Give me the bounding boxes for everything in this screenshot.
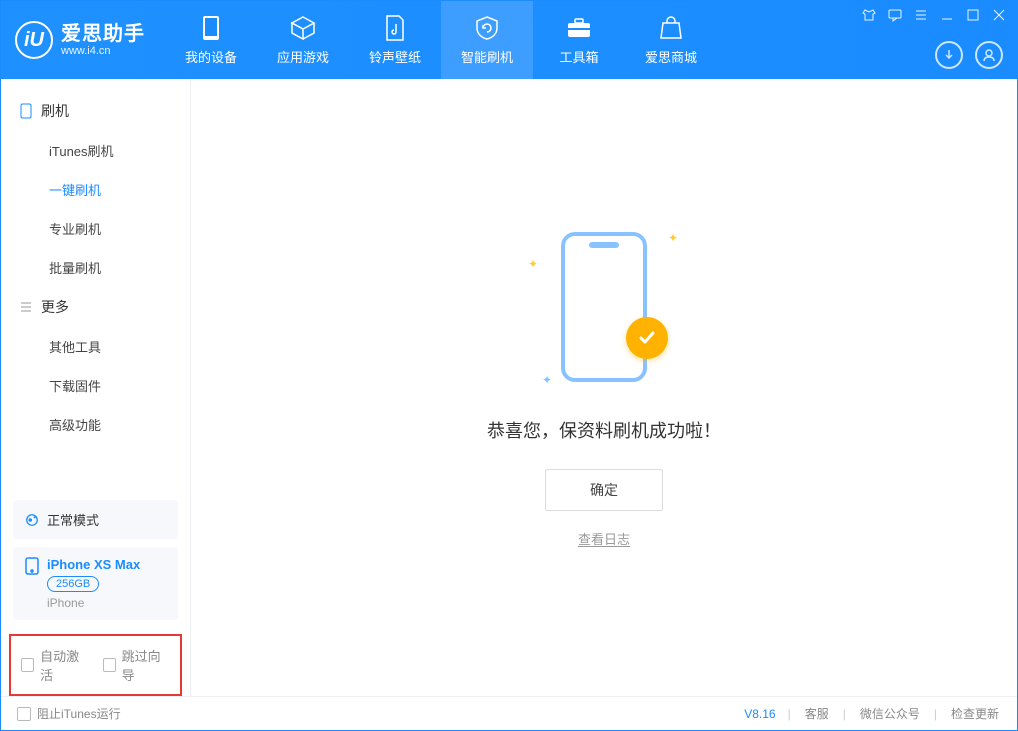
auto-activate-checkbox[interactable]: 自动激活 [21, 646, 89, 684]
app-title: 爱思助手 [61, 23, 145, 45]
list-icon [19, 300, 33, 314]
device-storage: 256GB [47, 576, 99, 592]
bag-icon [658, 15, 684, 41]
update-link[interactable]: 检查更新 [949, 705, 1001, 722]
sidebar-item-itunes-flash[interactable]: iTunes刷机 [1, 131, 190, 170]
nav-flash[interactable]: 智能刷机 [441, 1, 533, 79]
app-header: iU 爱思助手 www.i4.cn 我的设备 应用游戏 铃声壁纸 智能刷机 工具… [1, 1, 1017, 79]
nav-my-device[interactable]: 我的设备 [165, 1, 257, 79]
main-content: ✦ ✦ ✦ • 恭喜您，保资料刷机成功啦！ 确定 查看日志 [191, 79, 1017, 696]
sidebar-item-batch-flash[interactable]: 批量刷机 [1, 248, 190, 287]
nav-label: 智能刷机 [461, 47, 513, 66]
toolbox-icon [566, 15, 592, 41]
device-type: iPhone [47, 596, 140, 610]
sidebar-item-download-firmware[interactable]: 下载固件 [1, 366, 190, 405]
nav-label: 爱思商城 [645, 47, 697, 66]
support-link[interactable]: 客服 [803, 705, 831, 722]
download-icon[interactable] [935, 41, 963, 69]
nav-label: 工具箱 [559, 47, 598, 66]
nav-label: 铃声壁纸 [369, 47, 421, 66]
skin-icon[interactable] [861, 7, 877, 23]
nav-label: 我的设备 [185, 47, 237, 66]
sidebar-item-advanced[interactable]: 高级功能 [1, 405, 190, 444]
phone-icon [198, 15, 224, 41]
device-name: iPhone XS Max [47, 557, 140, 572]
main-nav: 我的设备 应用游戏 铃声壁纸 智能刷机 工具箱 爱思商城 [165, 1, 717, 79]
logo-icon: iU [15, 21, 53, 59]
checkbox-icon [21, 658, 34, 672]
flash-options: 自动激活 跳过向导 [9, 634, 182, 696]
sidebar-group-title: 更多 [41, 297, 69, 317]
menu-icon[interactable] [913, 7, 929, 23]
checkbox-icon [103, 658, 116, 672]
mode-label: 正常模式 [47, 510, 99, 529]
app-url: www.i4.cn [61, 45, 145, 57]
status-bar: 阻止iTunes运行 V8.16 | 客服 | 微信公众号 | 检查更新 [1, 696, 1017, 730]
mode-indicator[interactable]: 正常模式 [13, 500, 178, 539]
phone-outline-icon [19, 104, 33, 118]
mode-icon [25, 513, 39, 527]
sidebar-item-other-tools[interactable]: 其他工具 [1, 327, 190, 366]
cube-icon [290, 15, 316, 41]
nav-label: 应用游戏 [277, 47, 329, 66]
phone-illustration-icon [561, 232, 647, 382]
block-itunes-label: 阻止iTunes运行 [37, 705, 121, 722]
ok-button[interactable]: 确定 [545, 469, 663, 511]
feedback-icon[interactable] [887, 7, 903, 23]
sidebar-group-flash: 刷机 [1, 91, 190, 131]
sparkle-icon: ✦ [668, 231, 678, 245]
logo: iU 爱思助手 www.i4.cn [15, 1, 165, 79]
success-illustration: ✦ ✦ ✦ • [524, 227, 684, 387]
view-log-link[interactable]: 查看日志 [578, 529, 630, 548]
sidebar-group-more: 更多 [1, 287, 190, 327]
device-panel[interactable]: iPhone XS Max 256GB iPhone [13, 547, 178, 620]
sidebar: 刷机 iTunes刷机 一键刷机 专业刷机 批量刷机 更多 其他工具 下载固件 … [1, 79, 191, 696]
check-badge-icon [626, 317, 668, 359]
sidebar-group-title: 刷机 [41, 101, 69, 121]
wechat-link[interactable]: 微信公众号 [858, 705, 922, 722]
auto-activate-label: 自动激活 [40, 646, 88, 684]
block-itunes-checkbox[interactable]: 阻止iTunes运行 [17, 705, 121, 722]
skip-guide-label: 跳过向导 [122, 646, 170, 684]
device-phone-icon [25, 559, 39, 573]
nav-apps[interactable]: 应用游戏 [257, 1, 349, 79]
sidebar-item-oneclick-flash[interactable]: 一键刷机 [1, 170, 190, 209]
music-file-icon [382, 15, 408, 41]
nav-toolbox[interactable]: 工具箱 [533, 1, 625, 79]
refresh-shield-icon [474, 15, 500, 41]
sidebar-item-pro-flash[interactable]: 专业刷机 [1, 209, 190, 248]
nav-ringtones[interactable]: 铃声壁纸 [349, 1, 441, 79]
success-message: 恭喜您，保资料刷机成功啦！ [487, 417, 721, 443]
checkbox-icon [17, 707, 31, 721]
user-icon[interactable] [975, 41, 1003, 69]
skip-guide-checkbox[interactable]: 跳过向导 [103, 646, 171, 684]
nav-store[interactable]: 爱思商城 [625, 1, 717, 79]
sparkle-icon: ✦ [542, 373, 552, 387]
sparkle-icon: ✦ [528, 257, 538, 271]
version-label: V8.16 [744, 707, 775, 721]
